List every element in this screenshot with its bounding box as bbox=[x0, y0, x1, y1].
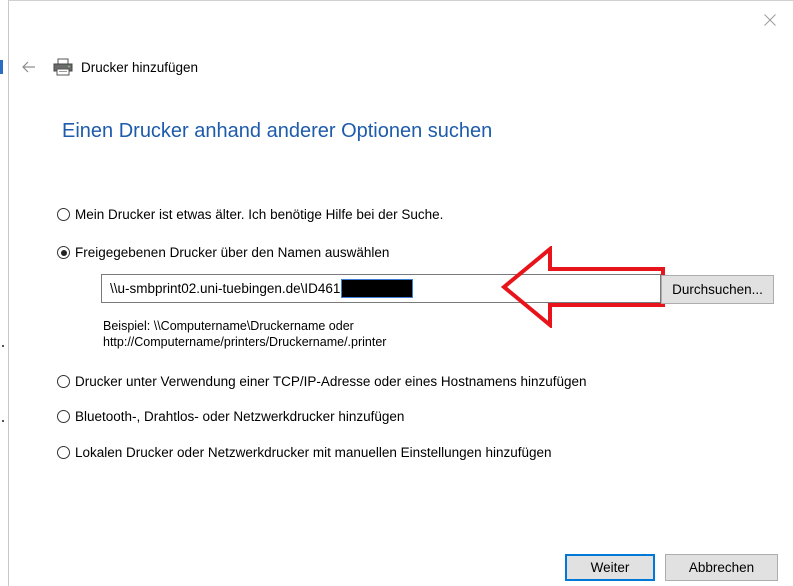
dialog-header: Drucker hinzufügen bbox=[53, 58, 198, 76]
left-edge-mark bbox=[2, 345, 4, 347]
left-edge-accent bbox=[0, 60, 3, 74]
option-local-manual[interactable]: Lokalen Drucker oder Netzwerkdrucker mit… bbox=[57, 445, 552, 460]
dialog-title: Drucker hinzufügen bbox=[81, 59, 199, 75]
close-icon bbox=[764, 14, 776, 26]
radio-button[interactable] bbox=[57, 375, 70, 388]
option-label: Mein Drucker ist etwas älter. Ich benöti… bbox=[75, 207, 444, 222]
back-button[interactable] bbox=[18, 56, 40, 78]
window-top-edge bbox=[8, 0, 793, 1]
option-label: Bluetooth-, Drahtlos- oder Netzwerkdruck… bbox=[75, 409, 405, 424]
left-edge-mark bbox=[2, 420, 4, 422]
radio-button[interactable] bbox=[57, 446, 70, 459]
option-label: Drucker unter Verwendung einer TCP/IP-Ad… bbox=[75, 374, 587, 389]
printer-icon bbox=[53, 58, 73, 76]
red-arrow-annotation bbox=[500, 246, 665, 328]
window-left-edge bbox=[0, 0, 9, 586]
option-shared-printer[interactable]: Freigegebenen Drucker über den Namen aus… bbox=[57, 245, 389, 260]
example-line: Beispiel: \\Computername\Druckername ode… bbox=[103, 319, 354, 333]
option-tcpip[interactable]: Drucker unter Verwendung einer TCP/IP-Ad… bbox=[57, 374, 587, 389]
close-button[interactable] bbox=[747, 0, 793, 40]
option-older-printer[interactable]: Mein Drucker ist etwas älter. Ich benöti… bbox=[57, 207, 443, 222]
next-button[interactable]: Weiter bbox=[565, 554, 655, 581]
cancel-button[interactable]: Abbrechen bbox=[665, 554, 778, 581]
option-bluetooth-wireless[interactable]: Bluetooth-, Drahtlos- oder Netzwerkdruck… bbox=[57, 409, 404, 424]
radio-button-selected[interactable] bbox=[57, 246, 70, 259]
radio-button[interactable] bbox=[57, 410, 70, 423]
option-label: Lokalen Drucker oder Netzwerkdrucker mit… bbox=[75, 445, 552, 460]
example-line: http://Computername/printers/Druckername… bbox=[103, 335, 387, 349]
redacted-text bbox=[341, 279, 414, 298]
browse-button[interactable]: Durchsuchen... bbox=[661, 275, 774, 304]
page-heading: Einen Drucker anhand anderer Optionen su… bbox=[62, 120, 493, 142]
path-value: \\u-smbprint02.uni-tuebingen.de\ID461 bbox=[110, 281, 341, 296]
option-label: Freigegebenen Drucker über den Namen aus… bbox=[75, 245, 390, 260]
example-text: Beispiel: \\Computername\Druckername ode… bbox=[103, 318, 386, 350]
back-arrow-icon bbox=[22, 61, 35, 73]
radio-button[interactable] bbox=[57, 208, 70, 221]
